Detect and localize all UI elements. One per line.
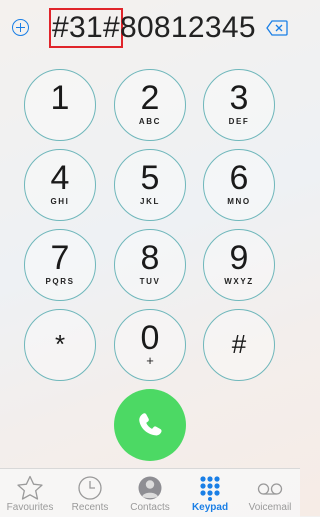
key-letters: WXYZ: [224, 277, 254, 286]
key-3[interactable]: 3 DEF: [203, 69, 275, 141]
tab-contacts[interactable]: Contacts: [120, 469, 180, 517]
key-digit: 9: [229, 239, 249, 277]
key-letters: PQRS: [45, 277, 75, 286]
key-7[interactable]: 7 PQRS: [24, 229, 96, 301]
key-digit: 2: [140, 79, 160, 117]
tab-voicemail[interactable]: Voicemail: [240, 469, 300, 517]
tab-keypad[interactable]: Keypad: [180, 469, 240, 517]
key-digit: 7: [50, 239, 70, 277]
key-9[interactable]: 9 WXYZ: [203, 229, 275, 301]
key-digit: 1: [50, 79, 70, 117]
key-1[interactable]: 1: [24, 69, 96, 141]
highlighted-code: #31#: [49, 8, 123, 48]
key-letters: JKL: [140, 197, 160, 206]
key-6[interactable]: 6 MNO: [203, 149, 275, 221]
add-contact-icon[interactable]: [12, 19, 29, 36]
delete-icon[interactable]: [266, 20, 288, 36]
dialed-number-rest: 80812345: [119, 11, 256, 44]
tab-favourites[interactable]: Favourites: [0, 469, 60, 517]
star-icon: [17, 475, 43, 500]
voicemail-icon: [257, 483, 283, 495]
key-digit: 3: [229, 79, 249, 117]
tab-recents[interactable]: Recents: [60, 469, 120, 517]
key-4[interactable]: 4 GHI: [24, 149, 96, 221]
key-digit: #: [231, 329, 247, 359]
key-digit: 5: [140, 159, 160, 197]
key-letters: MNO: [227, 197, 251, 206]
tab-bar: Favourites Recents Contacts Keypad Voice…: [0, 468, 300, 517]
tab-label: Voicemail: [248, 502, 292, 513]
key-letters: GHI: [50, 197, 70, 206]
key-digit: 8: [140, 239, 160, 277]
key-digit: *: [54, 329, 66, 359]
key-digit: 0: [140, 319, 160, 357]
key-0[interactable]: 0 +: [114, 309, 186, 381]
key-letters: DEF: [228, 117, 250, 126]
key-digit: 4: [50, 159, 70, 197]
key-5[interactable]: 5 JKL: [114, 149, 186, 221]
contact-icon: [138, 476, 162, 500]
dialed-number: #31#80812345: [49, 8, 256, 48]
key-letters: ABC: [138, 117, 162, 126]
clock-icon: [78, 476, 102, 500]
key-2[interactable]: 2 ABC: [114, 69, 186, 141]
call-button[interactable]: [114, 389, 186, 461]
key-8[interactable]: 8 TUV: [114, 229, 186, 301]
key-star[interactable]: *: [24, 309, 96, 381]
key-digit: 6: [229, 159, 249, 197]
key-hash[interactable]: #: [203, 309, 275, 381]
key-letters: +: [146, 353, 154, 368]
phone-icon: [139, 413, 162, 436]
dialer-header: #31#80812345: [0, 0, 300, 56]
key-letters: TUV: [139, 277, 161, 286]
keypad-icon: [200, 476, 220, 501]
